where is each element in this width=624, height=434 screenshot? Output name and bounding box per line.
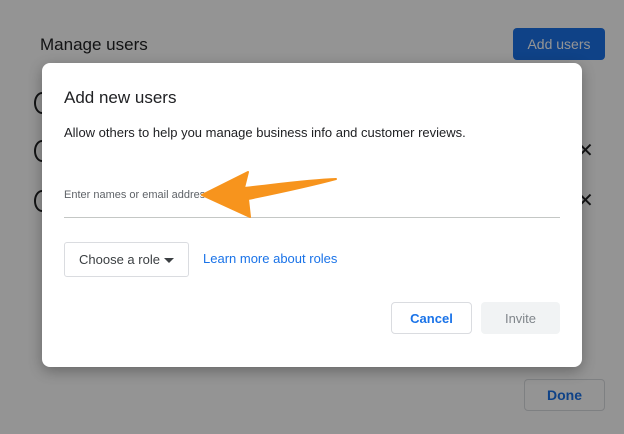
dialog-title: Add new users (64, 88, 177, 107)
role-select-label: Choose a role (79, 252, 160, 267)
role-select[interactable]: Choose a role (64, 242, 189, 277)
cancel-button[interactable]: Cancel (391, 302, 472, 334)
pointer-arrow-icon (201, 171, 337, 218)
caret-down-icon (164, 258, 174, 263)
dialog-description: Allow others to help you manage business… (64, 125, 466, 140)
invite-button[interactable]: Invite (481, 302, 560, 334)
learn-more-roles-link[interactable]: Learn more about roles (203, 251, 337, 266)
